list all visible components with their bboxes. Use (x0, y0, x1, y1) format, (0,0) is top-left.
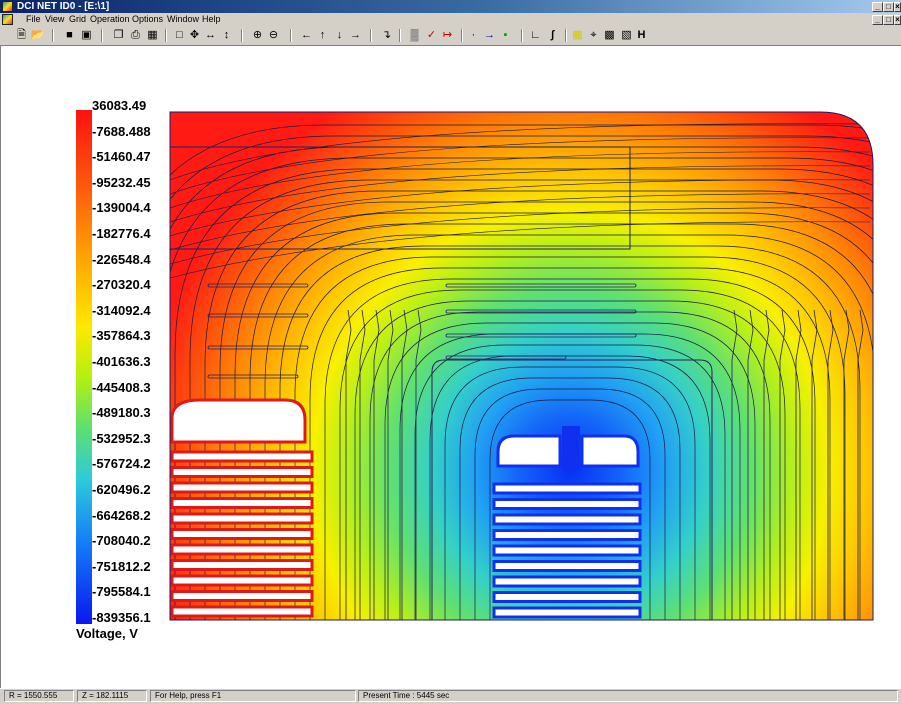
left-winding-disc (170, 574, 314, 587)
right-winding-disc (492, 498, 642, 510)
left-winding-disc (170, 528, 314, 540)
right-winding-disc (492, 529, 642, 541)
right-electrode-left-lobe (496, 434, 562, 468)
left-winding-disc (170, 605, 314, 618)
status-bar: R = 1550.555 Z = 182.1115 For Help, pres… (0, 688, 901, 704)
right-winding-disc (492, 575, 642, 588)
left-winding-disc (170, 450, 314, 463)
status-z: Z = 182.1115 (77, 690, 147, 702)
left-electrode (170, 398, 307, 444)
status-help: For Help, press F1 (150, 690, 356, 702)
left-winding-discs (170, 450, 314, 618)
right-electrode-right-lobe (580, 434, 640, 468)
left-winding-disc (170, 543, 314, 556)
left-winding-disc (170, 512, 314, 525)
status-r: R = 1550.555 (4, 690, 74, 702)
right-winding-disc (492, 606, 642, 619)
left-winding-disc (170, 466, 314, 478)
right-winding-disc (492, 591, 642, 603)
right-winding-disc (492, 513, 642, 526)
right-winding-discs (492, 482, 642, 619)
left-winding-disc (170, 481, 314, 494)
right-winding-disc (492, 560, 642, 572)
left-winding-disc (170, 590, 314, 602)
left-winding-disc (170, 497, 314, 509)
voltage-contour-plot (169, 111, 874, 621)
right-winding-disc (492, 482, 642, 495)
center-stem (562, 426, 580, 470)
right-winding-disc (492, 544, 642, 557)
left-winding-disc (170, 559, 314, 571)
status-time: Present Time : 5445 sec (358, 690, 898, 702)
